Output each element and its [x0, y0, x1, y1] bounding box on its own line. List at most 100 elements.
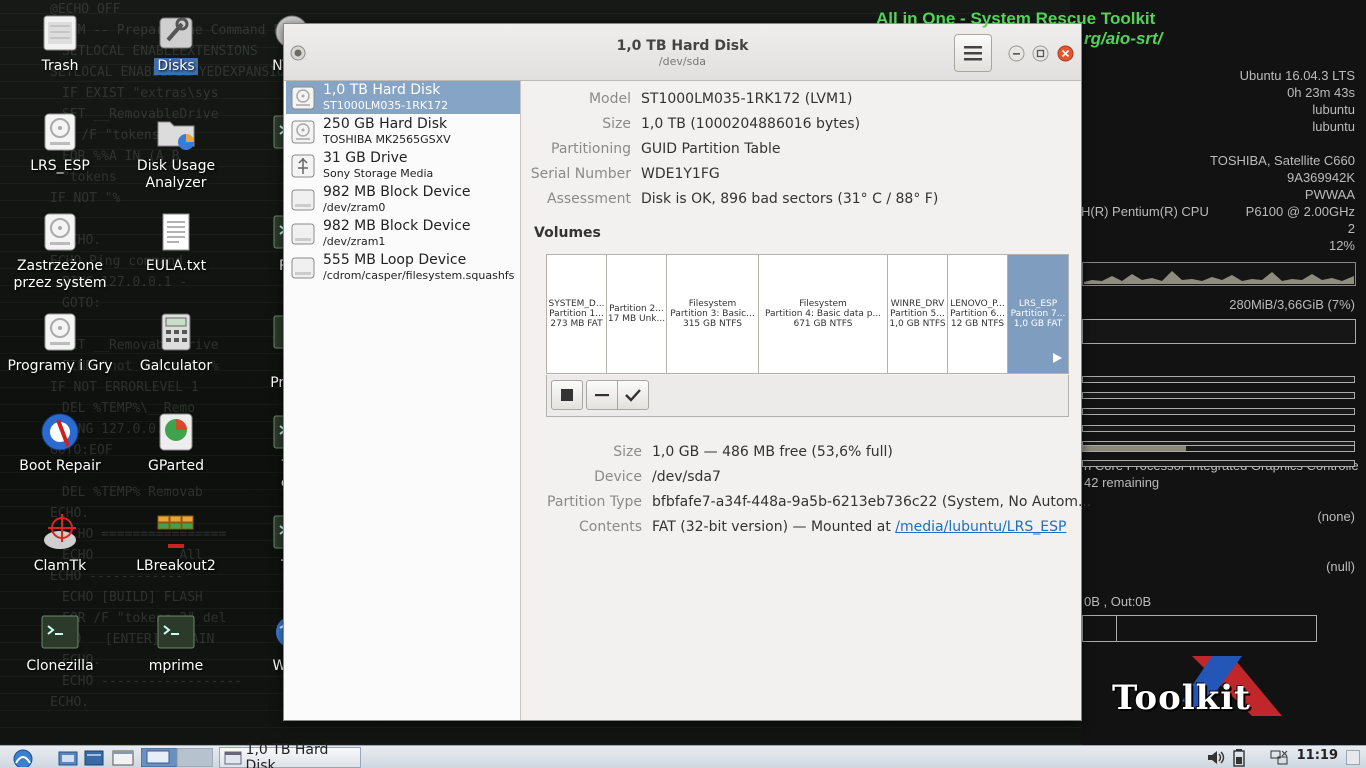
block-device-icon: [291, 223, 315, 244]
desktop-icon-galculator[interactable]: Galculator: [120, 302, 232, 398]
conky-bar: [1082, 425, 1355, 432]
desktop-icon-clonezilla[interactable]: Clonezilla: [4, 602, 116, 698]
maximize-button[interactable]: [1032, 45, 1049, 62]
partition-label: LRS_ESP: [1018, 299, 1058, 309]
desktop-icon-clamtk[interactable]: ClamTk: [4, 502, 116, 598]
volume-info-value: /dev/sda7: [652, 469, 721, 485]
conky-bar: [1082, 376, 1355, 383]
window-icon: [224, 751, 242, 764]
titlebar[interactable]: 1,0 TB Hard Disk /dev/sda: [284, 24, 1081, 81]
device-item[interactable]: 982 MB Block Device/dev/zram1: [286, 217, 520, 250]
conky-row: lubuntu: [1312, 119, 1355, 134]
check-button[interactable]: [617, 380, 649, 410]
taskbar-end-button[interactable]: [1346, 750, 1360, 765]
terminal-launcher-icon[interactable]: [83, 748, 105, 767]
desktop-icon-eula-txt[interactable]: EULA.txt: [120, 202, 232, 298]
start-menu-icon[interactable]: [6, 748, 46, 767]
disk-info-key: Partitioning: [551, 141, 631, 157]
device-name: 250 GB Hard Disk: [323, 115, 448, 132]
desktop-icon-programy-i-gry[interactable]: Programy i Gry: [4, 302, 116, 398]
device-item[interactable]: 1,0 TB Hard Disk ST1000LM035-1RK172: [286, 81, 520, 114]
terminal-icon: [157, 615, 195, 649]
disks-window: 1,0 TB Hard Disk /dev/sda 1,0 TB Hard Di…: [283, 23, 1092, 721]
desktop-icon-lbreakout2[interactable]: LBreakout2: [120, 502, 232, 598]
desktop-icon-label: mprime: [148, 658, 204, 674]
gparted-icon: [159, 413, 193, 451]
partition-segment[interactable]: SYSTEM_D... Partition 1... 273 MB FAT: [547, 255, 607, 373]
conky-row: (null): [1326, 559, 1355, 574]
taskbar-window-label: 1,0 TB Hard Disk: [245, 741, 329, 768]
block-device-icon: [291, 257, 315, 278]
desktop-icon-trash[interactable]: Trash: [4, 2, 116, 98]
show-desktop-icon[interactable]: [110, 748, 136, 767]
desktop-icon-disk-usage-analyzer[interactable]: Disk Usage Analyzer: [120, 102, 232, 198]
partition-segment[interactable]: Partition 2... 17 MB Unk...: [607, 255, 667, 373]
stop-button[interactable]: [551, 380, 583, 410]
device-detail: Sony Storage Media: [323, 166, 434, 180]
partition-number: Partition 5...: [890, 309, 945, 319]
block-device-icon: [291, 189, 315, 210]
desktop-icon-label: Clonezilla: [26, 658, 94, 674]
conky-row: P6100 @ 2.00GHz: [1245, 204, 1355, 219]
conky-row: TOSHIBA, Satellite C660: [1210, 153, 1355, 168]
desktop-icon-gparted[interactable]: GParted: [120, 402, 232, 498]
partition-segment[interactable]: LENOVO_P... Partition 6... 12 GB NTFS: [948, 255, 1008, 373]
conky-row: 2: [1347, 221, 1355, 236]
network-icon[interactable]: [1268, 748, 1290, 767]
partition-segment[interactable]: LRS_ESP Partition 7... 1,0 GB FAT: [1008, 255, 1068, 373]
device-item[interactable]: 250 GB Hard Disk TOSHIBA MK2565GSXV: [286, 115, 520, 148]
device-item[interactable]: 31 GB Drive Sony Storage Media: [286, 149, 520, 182]
desktop-icon-zastrze-one-przez-system[interactable]: Zastrzeżone przez system: [4, 202, 116, 298]
partition-segment[interactable]: Filesystem Partition 4: Basic data p... 67…: [759, 255, 888, 373]
volume-map[interactable]: SYSTEM_D... Partition 1... 273 MB FAT Parti…: [546, 254, 1069, 374]
desktop-icon-label: Boot Repair: [19, 458, 101, 474]
desktop-icon-lrs-esp[interactable]: LRS_ESP: [4, 102, 116, 198]
minimize-button[interactable]: [1008, 45, 1025, 62]
partition-label: SYSTEM_D...: [548, 299, 605, 309]
file-manager-icon[interactable]: [57, 748, 79, 767]
battery-icon[interactable]: [1231, 748, 1249, 767]
disk-io-divider: [1116, 615, 1117, 642]
conky-row: 0h 23m 43s: [1287, 85, 1355, 100]
checkmark-icon: [625, 389, 641, 402]
trash-icon: [43, 15, 77, 51]
device-item[interactable]: 982 MB Block Device/dev/zram0: [286, 183, 520, 216]
mount-point-link[interactable]: /media/lubuntu/LRS_ESP: [895, 519, 1066, 535]
desktop-icon-disks[interactable]: Disks: [120, 2, 232, 98]
taskbar-window-button[interactable]: 1,0 TB Hard Disk: [219, 742, 361, 768]
partition-segment[interactable]: Filesystem Partition 3: Basic... 315 GB NT…: [667, 255, 759, 373]
partition-size: 671 GB NTFS: [793, 319, 853, 329]
device-text: 1,0 TB Hard Disk ST1000LM035-1RK172: [323, 82, 448, 113]
device-text: 555 MB Loop Device/cdrom/casper/filesyst…: [323, 252, 514, 283]
desktop-icon-mprime[interactable]: mprime: [120, 602, 232, 698]
conky-row: 9A369942K: [1287, 170, 1355, 185]
close-button[interactable]: [1057, 45, 1074, 62]
conky-cpu-label: H(R) Pentium(R) CPU: [1081, 204, 1209, 219]
desktop-icon-boot-repair[interactable]: Boot Repair: [4, 402, 116, 498]
delete-partition-button[interactable]: [586, 380, 618, 410]
partition-number: Partition 4: Basic data p...: [764, 309, 882, 319]
device-detail: TOSHIBA MK2565GSXV: [323, 132, 451, 146]
disks-icon: [159, 17, 193, 49]
minus-icon: [595, 394, 609, 397]
disk-info-key: Serial Number: [530, 166, 631, 182]
volume-icon[interactable]: [1205, 748, 1227, 767]
device-item[interactable]: 555 MB Loop Device/cdrom/casper/filesyst…: [286, 251, 520, 284]
conky-row: Ubuntu 16.04.3 LTS: [1239, 68, 1355, 83]
drive-icon: [44, 313, 76, 351]
contents-key: Contents: [579, 519, 642, 535]
desktop-icon-label: Disk Usage Analyzer: [136, 158, 216, 191]
boot-repair-icon: [41, 413, 79, 451]
workspace-switcher[interactable]: [141, 748, 213, 767]
hamburger-menu-button[interactable]: [954, 34, 992, 72]
device-text: 250 GB Hard Disk TOSHIBA MK2565GSXV: [323, 115, 451, 147]
disk-details: Model ST1000LM035-1RK172 (LVM1) Size 1,0 TB…: [522, 81, 1092, 720]
partition-segment[interactable]: WINRE_DRV Partition 5... 1,0 GB NTFS: [888, 255, 948, 373]
volume-toolbar: [546, 375, 1069, 417]
partition-size: 273 MB FAT: [550, 319, 603, 329]
partition-number: Partition 6...: [950, 309, 1005, 319]
toolkit-logo: Toolkit: [1082, 656, 1366, 745]
clock: 11:19: [1296, 748, 1338, 763]
partition-label: Filesystem: [688, 299, 737, 309]
device-name: 982 MB Block Device: [323, 183, 471, 200]
